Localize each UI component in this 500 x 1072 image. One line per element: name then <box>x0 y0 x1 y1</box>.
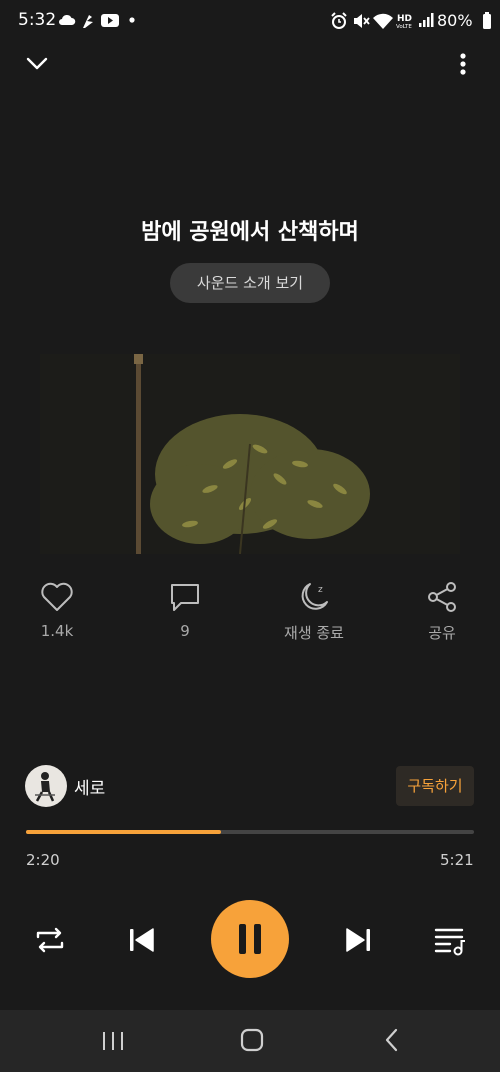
subscribe-button[interactable]: 구독하기 <box>396 766 474 806</box>
pause-icon <box>239 924 261 954</box>
recent-apps-icon <box>103 1032 123 1050</box>
dot-icon <box>129 17 135 23</box>
progress-bar[interactable] <box>26 830 474 834</box>
sleep-timer-button[interactable]: z 재생 종료 <box>259 580 369 643</box>
youtube-icon <box>101 14 119 27</box>
album-artwork <box>40 354 460 554</box>
repeat-button[interactable] <box>32 922 68 958</box>
previous-button[interactable] <box>124 922 160 958</box>
sleep-timer-label: 재생 종료 <box>284 624 344 642</box>
hd-voice-icon: HDVoLTE <box>396 14 412 30</box>
status-time: 5:32 <box>18 10 57 30</box>
artist-name[interactable]: 세로 <box>74 774 105 799</box>
collapse-button[interactable] <box>20 48 54 82</box>
tuner-icon <box>83 15 93 28</box>
cloud-icon <box>59 14 76 25</box>
battery-percentage: 80% <box>437 11 473 30</box>
total-time: 5:21 <box>440 851 474 869</box>
like-count: 1.4k <box>40 622 74 640</box>
alarm-icon <box>331 12 347 29</box>
playlist-icon <box>434 928 465 956</box>
signal-icon <box>419 13 434 27</box>
wifi-icon <box>373 13 393 29</box>
next-button[interactable] <box>340 922 376 958</box>
sound-intro-button[interactable]: 사운드 소개 보기 <box>170 263 330 303</box>
like-button[interactable]: 1.4k <box>2 580 112 640</box>
comment-button[interactable]: 9 <box>130 580 240 640</box>
share-icon <box>428 582 456 612</box>
playlist-button[interactable] <box>432 922 468 958</box>
recent-apps-button[interactable] <box>98 1028 128 1054</box>
comment-icon <box>171 584 199 611</box>
back-button[interactable] <box>380 1026 404 1054</box>
home-icon <box>240 1028 264 1052</box>
svg-text:HD: HD <box>397 14 412 24</box>
status-bar: 5:32 HD VoLTE 80% <box>0 0 500 42</box>
back-icon <box>385 1028 398 1052</box>
svg-text:z: z <box>318 585 323 595</box>
person-sitting-icon <box>35 772 55 802</box>
mute-icon <box>354 14 370 28</box>
progress-fill <box>26 830 222 834</box>
comment-count: 9 <box>180 622 190 640</box>
track-title: 밤에 공원에서 산책하며 <box>141 220 359 245</box>
battery-icon <box>483 12 491 29</box>
svg-text:VoLTE: VoLTE <box>396 24 412 30</box>
repeat-icon <box>36 927 64 953</box>
skip-next-icon <box>346 928 370 952</box>
pause-button[interactable] <box>211 900 289 978</box>
more-options-button[interactable] <box>448 48 478 82</box>
share-button[interactable]: 공유 <box>387 580 497 643</box>
skip-previous-icon <box>130 928 154 952</box>
moon-icon: z <box>301 583 328 610</box>
home-button[interactable] <box>238 1026 266 1054</box>
artist-avatar[interactable] <box>25 765 67 807</box>
chevron-down-icon <box>26 57 48 70</box>
elapsed-time: 2:20 <box>26 851 60 869</box>
share-label: 공유 <box>428 624 456 642</box>
heart-icon <box>41 582 73 611</box>
more-vertical-icon <box>460 53 466 75</box>
